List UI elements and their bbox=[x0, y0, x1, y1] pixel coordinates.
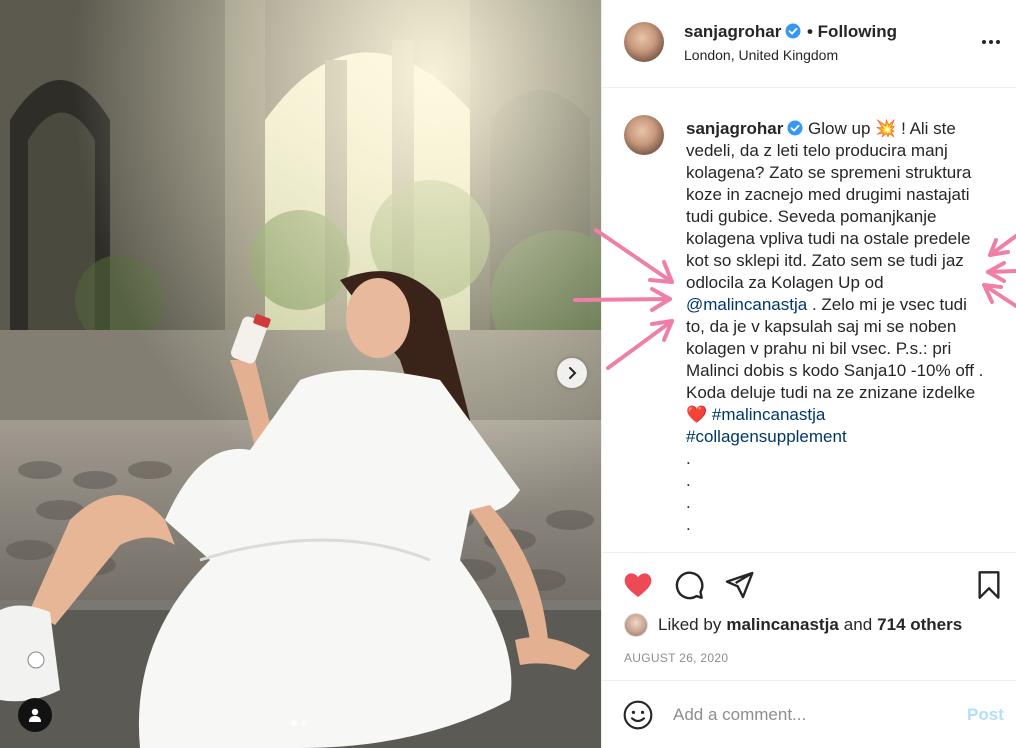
more-options-icon bbox=[982, 40, 986, 44]
author-username-text[interactable]: sanjagrohar bbox=[684, 22, 781, 41]
like-button[interactable] bbox=[622, 569, 654, 601]
caption-dot-line: . bbox=[686, 449, 691, 468]
heart-emoji: ❤️ bbox=[686, 405, 708, 424]
likes-summary: Liked by malincanastja and 714 others bbox=[624, 612, 962, 638]
mention-link[interactable]: @malincanastja bbox=[686, 295, 807, 314]
smiley-icon bbox=[623, 700, 653, 730]
post-date[interactable]: AUGUST 26, 2020 bbox=[624, 651, 728, 665]
caption-dot-line: . bbox=[686, 471, 691, 490]
user-tag-icon bbox=[29, 708, 41, 722]
carousel-next-button[interactable] bbox=[557, 358, 587, 388]
carousel-indicator bbox=[291, 720, 307, 726]
caption-username[interactable]: sanjagrohar bbox=[686, 119, 783, 138]
comment-input[interactable] bbox=[673, 701, 943, 729]
more-options-icon-dot bbox=[996, 40, 1000, 44]
more-options-icon-dot bbox=[989, 40, 993, 44]
post-caption: sanjagrohar Glow up 💥 ! Ali ste vedeli, … bbox=[686, 118, 986, 536]
post-comment-button[interactable]: Post bbox=[967, 705, 1004, 725]
liker-avatar[interactable] bbox=[624, 613, 648, 637]
save-button[interactable] bbox=[973, 569, 1005, 601]
caption-text: Glow up bbox=[808, 119, 871, 138]
likes-prefix: Liked by bbox=[658, 615, 722, 634]
post-photo[interactable] bbox=[0, 0, 601, 748]
heart-filled-icon bbox=[624, 573, 652, 597]
caption-author-avatar[interactable] bbox=[624, 115, 664, 155]
author-username[interactable]: sanjagrohar bbox=[684, 22, 801, 42]
more-options-button[interactable] bbox=[979, 30, 1003, 54]
paper-plane-icon bbox=[725, 571, 754, 599]
likes-others-link[interactable]: 714 others bbox=[877, 615, 962, 635]
comment-button[interactable] bbox=[673, 569, 705, 601]
verified-badge-icon bbox=[785, 23, 801, 39]
author-avatar[interactable] bbox=[624, 22, 664, 62]
caption-text: ! Ali ste vedeli, da z leti telo produci… bbox=[686, 119, 972, 292]
carousel-dot-active bbox=[291, 720, 297, 726]
photo-scene bbox=[0, 0, 601, 748]
comment-bubble-icon bbox=[675, 571, 704, 600]
bookmark-icon bbox=[978, 571, 1000, 599]
add-comment-bar: Post bbox=[602, 680, 1016, 748]
caption-dot-line: . bbox=[686, 493, 691, 512]
explosion-emoji: 💥 bbox=[875, 119, 897, 138]
post-location[interactable]: London, United Kingdom bbox=[684, 47, 838, 63]
post-header: sanjagrohar • Following London, United K… bbox=[602, 0, 1016, 88]
hashtag-link[interactable]: #malincanastja bbox=[712, 405, 825, 424]
comments-section: sanjagrohar Glow up 💥 ! Ali ste vedeli, … bbox=[602, 89, 1016, 551]
share-button[interactable] bbox=[723, 569, 755, 601]
verified-badge-icon bbox=[787, 120, 803, 136]
liker-username[interactable]: malincanastja bbox=[726, 615, 838, 635]
likes-joiner: and bbox=[843, 615, 873, 634]
post-details-panel: sanjagrohar • Following London, United K… bbox=[601, 0, 1016, 748]
post-actions-bar bbox=[602, 552, 1016, 616]
carousel-dot bbox=[301, 720, 307, 726]
chevron-right-icon bbox=[569, 367, 577, 379]
hashtag-link[interactable]: #collagensupplement bbox=[686, 427, 847, 446]
user-tags-button[interactable] bbox=[18, 698, 52, 732]
emoji-picker-button[interactable] bbox=[622, 699, 654, 731]
following-button[interactable]: • Following bbox=[807, 22, 897, 42]
caption-dot-line: . bbox=[686, 515, 691, 534]
